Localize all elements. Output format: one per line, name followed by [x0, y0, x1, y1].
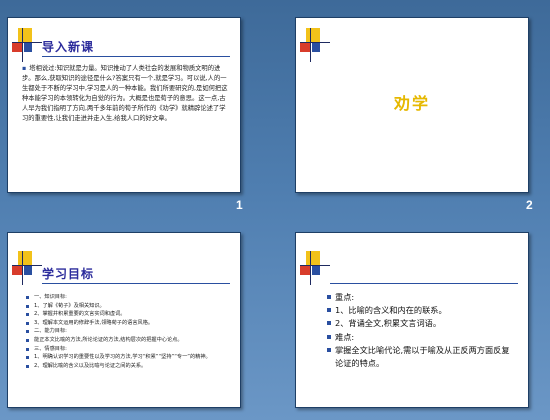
slide-title: 学习目标 — [42, 267, 95, 281]
slide-thumbnail-4[interactable]: 重点: 1、比喻的含义和内在的联系。 2、背诵全文,积累文言词语。 难点: 掌握… — [295, 232, 529, 408]
list-item: 难点: — [326, 331, 516, 344]
list-item: 三、情感目标: — [25, 345, 230, 354]
list-item: 1、了解《荀子》及相关知识。 — [25, 302, 230, 311]
slide-body-text: ▪ 塔相说过:知识就是力量。知识推动了人类社会的发展和物质文明的进步。那么,获取知… — [22, 64, 230, 124]
slide-title: 导入新课 — [42, 40, 95, 54]
title-underline — [42, 283, 230, 284]
list-item: 1、比喻的含义和内在的联系。 — [326, 304, 516, 317]
list-item: 重点: — [326, 291, 516, 304]
list-item: 1、明确认识学习的重要性以及学习的方法,学习“积累”“坚持”“专一”的精神。 — [25, 353, 230, 362]
bullet-icon: ▪ — [22, 65, 27, 72]
list-item: 2、掌握并积累重要的文言实词和虚词。 — [25, 310, 230, 319]
title-underline — [42, 56, 230, 57]
slide-logo-icon — [300, 251, 330, 285]
slide-thumbnail-2[interactable]: 劝学 — [295, 17, 529, 193]
slide-thumbnail-3[interactable]: 学习目标 一、知识目标: 1、了解《荀子》及相关知识。 2、掌握并积累重要的文言… — [7, 232, 241, 408]
intro-paragraph: 塔相说过:知识就是力量。知识推动了人类社会的发展和物质文明的进步。那么,获取知识… — [22, 65, 228, 122]
list-item: 能正本文比喻的方法,所论论证的方法,结构层次的把握中心论点。 — [25, 336, 230, 345]
list-item: 二、能力目标: — [25, 327, 230, 336]
key-points-list: 重点: 1、比喻的含义和内在的联系。 2、背诵全文,积累文言词语。 难点: 掌握… — [326, 291, 516, 370]
slide-number-2: 2 — [526, 198, 533, 212]
slide-logo-icon — [12, 28, 42, 62]
objectives-list: 一、知识目标: 1、了解《荀子》及相关知识。 2、掌握并积累重要的文言实词和虚词… — [25, 293, 230, 370]
list-item: 一、知识目标: — [25, 293, 230, 302]
list-item: 2、背诵全文,积累文言词语。 — [326, 317, 516, 330]
list-item: 掌握全文比喻代论,需以于喻及从正反两方面反复论证的特点。 — [326, 344, 516, 370]
slide-logo-icon — [12, 251, 42, 285]
slide-number-1: 1 — [236, 198, 243, 212]
slide-logo-icon — [300, 28, 330, 62]
slide-thumbnail-1[interactable]: 导入新课 ▪ 塔相说过:知识就是力量。知识推动了人类社会的发展和物质文明的进步。那… — [7, 17, 241, 193]
list-item: 2、理解比喻的含义以及比喻与论证之间的关系。 — [25, 362, 230, 371]
list-item: 3、理解本文运用的修辞手法,领略荀子的语言风格。 — [25, 319, 230, 328]
title-underline — [330, 283, 518, 284]
slide-title: 劝学 — [393, 94, 430, 113]
